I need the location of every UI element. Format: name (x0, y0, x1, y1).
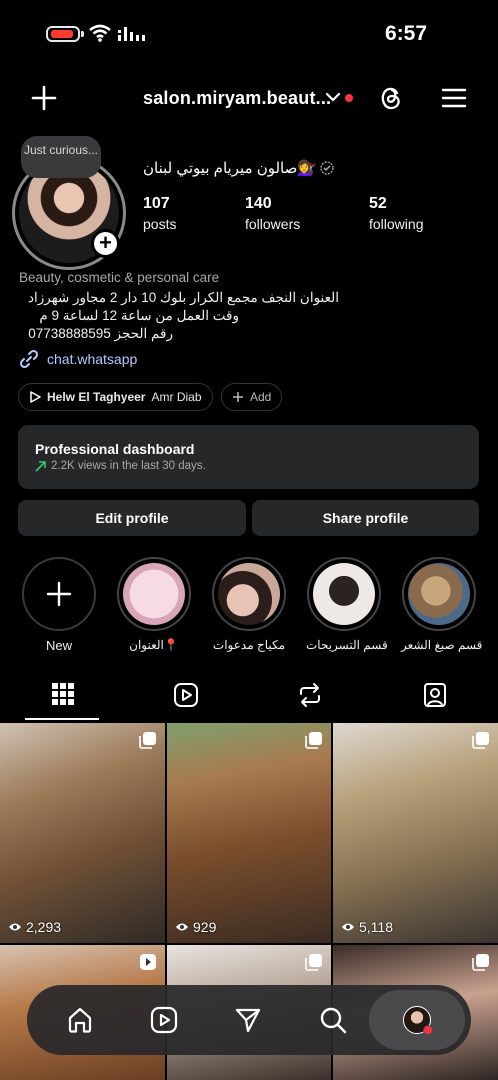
plus-icon (46, 581, 72, 607)
view-count: 5,118 (341, 919, 393, 935)
nav-profile[interactable] (392, 995, 442, 1045)
reels-icon (173, 683, 198, 707)
profile-avatar (403, 1006, 433, 1035)
stat-label: following (369, 216, 424, 232)
plus-icon (31, 85, 57, 111)
display-name-text: صالون ميريام بيوتي لبنان💇‍♀️ (143, 160, 317, 177)
stat-value: 107 (143, 195, 170, 212)
reel-badge-icon (140, 954, 156, 970)
view-count: 2,293 (8, 919, 61, 935)
bio-link[interactable]: chat.whatsapp (19, 349, 137, 369)
highlight-makeup[interactable]: مكياج مدعوات (211, 557, 287, 652)
nav-messages[interactable] (223, 995, 273, 1045)
tab-reels[interactable] (148, 682, 223, 720)
post-thumbnail[interactable]: 2,293 (0, 723, 165, 943)
nav-home[interactable] (55, 995, 105, 1045)
trend-up-icon (35, 460, 46, 472)
music-title: Helw El Taghyeer (47, 390, 146, 404)
highlight-new[interactable]: New (21, 557, 97, 653)
home-icon (68, 1007, 92, 1033)
create-button[interactable] (26, 80, 62, 116)
link-icon (19, 349, 39, 369)
search-icon (320, 1007, 347, 1034)
battery-icon (46, 26, 84, 42)
highlight-hairstyles[interactable]: قسم التسريحات (306, 557, 388, 652)
nav-search[interactable] (308, 995, 358, 1045)
chevron-down-icon[interactable] (325, 90, 341, 104)
view-count-text: 5,118 (359, 919, 393, 935)
add-chip[interactable]: Add (221, 383, 283, 411)
tab-indicator (25, 718, 99, 720)
multi-image-icon (472, 954, 489, 971)
send-icon (235, 1008, 261, 1033)
eye-icon (176, 923, 188, 931)
bio-line: رقم الحجز 07738888595 (28, 326, 173, 341)
highlight-label: New (45, 638, 72, 653)
highlight-label: قسم صبغ الشعر (401, 638, 483, 652)
professional-dashboard[interactable]: Professional dashboard 2.2K views in the… (18, 425, 479, 489)
highlight-label: العنوان📍 (129, 638, 179, 652)
dashboard-subtitle: 2.2K views in the last 30 days. (35, 460, 462, 472)
reposts-icon (299, 683, 320, 707)
eye-icon (342, 923, 354, 931)
music-chip[interactable]: Helw El Taghyeer Amr Diab (18, 383, 213, 411)
view-count-text: 929 (193, 919, 217, 935)
dashboard-views: 2.2K views in the last 30 days. (51, 460, 206, 472)
post-thumbnail[interactable]: 929 (167, 723, 331, 943)
note-bubble[interactable]: Just curious... (21, 136, 101, 178)
bio-line: وقت العمل من ساعة 12 لساعة 9 م (39, 308, 239, 323)
stat-value: 140 (245, 195, 272, 212)
signal-icon (118, 27, 145, 41)
bio-link-text: chat.whatsapp (47, 351, 138, 367)
bio-line: العنوان النجف مجمع الكرار بلوك 10 دار 2 … (28, 290, 339, 305)
stat-posts[interactable]: 107 posts (143, 195, 176, 232)
tab-tagged[interactable] (397, 682, 472, 720)
notification-dot (345, 94, 353, 102)
multi-image-icon (139, 732, 156, 749)
highlight-hair-color[interactable]: قسم صبغ الشعر (401, 557, 483, 652)
tab-grid[interactable] (25, 682, 100, 720)
stat-followers[interactable]: 140 followers (245, 195, 300, 232)
share-profile-button[interactable]: Share profile (252, 500, 479, 536)
play-icon (30, 391, 41, 403)
dashboard-title: Professional dashboard (35, 441, 195, 457)
tagged-icon (423, 683, 446, 707)
stat-following[interactable]: 52 following (369, 195, 423, 232)
highlight-label: قسم التسريحات (306, 638, 388, 652)
threads-button[interactable] (373, 80, 409, 116)
verified-badge-icon (320, 161, 334, 175)
display-name: صالون ميريام بيوتي لبنان💇‍♀️ (143, 159, 334, 177)
add-story-badge[interactable]: + (91, 229, 120, 258)
threads-icon (381, 87, 400, 110)
multi-image-icon (305, 732, 322, 749)
view-count: 929 (175, 919, 216, 935)
edit-profile-button[interactable]: Edit profile (18, 500, 246, 536)
stat-value: 52 (369, 195, 387, 212)
account-username[interactable]: salon.miryam.beaut... (143, 88, 331, 109)
reels-icon (150, 1006, 178, 1034)
status-bar: 6:57 (0, 0, 498, 62)
clock: 6:57 (384, 22, 427, 45)
post-thumbnail[interactable]: 5,118 (333, 723, 498, 943)
plus-icon (233, 392, 243, 402)
stat-label: followers (245, 216, 301, 232)
add-chip-label: Add (250, 390, 272, 404)
tab-reposts[interactable] (272, 682, 347, 720)
view-count-text: 2,293 (26, 919, 62, 935)
nav-reels[interactable] (139, 995, 189, 1045)
eye-icon (9, 923, 21, 931)
highlight-label: مكياج مدعوات (212, 638, 286, 652)
menu-icon (441, 88, 467, 108)
stat-label: posts (143, 216, 177, 232)
wifi-icon (89, 24, 111, 42)
bottom-nav (27, 985, 471, 1055)
music-artist: Amr Diab (151, 390, 202, 404)
profile-category: Beauty, cosmetic & personal care (19, 270, 220, 285)
multi-image-icon (472, 732, 489, 749)
multi-image-icon (305, 954, 322, 971)
menu-button[interactable] (436, 80, 472, 116)
highlight-address[interactable]: العنوان📍 (116, 557, 192, 652)
grid-icon (51, 683, 74, 705)
